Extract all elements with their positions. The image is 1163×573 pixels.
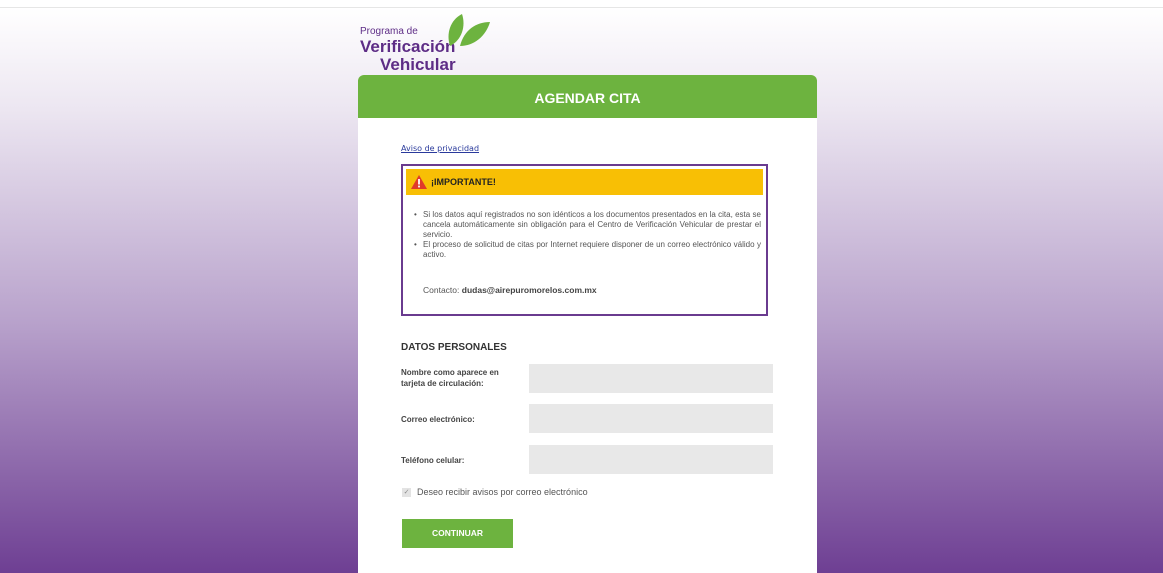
logo-line-3: Vehicular <box>380 55 456 74</box>
leaves-icon <box>448 14 490 46</box>
notice-item: El proceso de solicitud de citas por Int… <box>414 240 761 260</box>
notice-list: Si los datos aquí registrados no son idé… <box>414 210 761 260</box>
privacy-link[interactable]: Aviso de privacidad <box>401 144 479 153</box>
name-label-line-1: Nombre como aparece en <box>401 368 499 377</box>
appointment-card: AGENDAR CITA Aviso de privacidad ¡IMPORT… <box>358 75 817 573</box>
contact-line: Contacto: dudas@airepuromorelos.com.mx <box>423 285 597 295</box>
section-title-personal-data: DATOS PERSONALES <box>401 342 507 353</box>
notifications-checkbox[interactable]: ✓ <box>402 487 411 497</box>
contact-email: dudas@airepuromorelos.com.mx <box>461 285 597 295</box>
name-label: Nombre como aparece en tarjeta de circul… <box>401 367 499 389</box>
notice-item: Si los datos aquí registrados no son idé… <box>414 210 761 240</box>
email-label: Correo electrónico: <box>401 415 475 424</box>
program-logo: Programa de Verificación Vehicular <box>360 12 500 74</box>
notice-header: ¡IMPORTANTE! <box>406 169 763 195</box>
continue-button[interactable]: CONTINUAR <box>402 519 513 548</box>
logo-line-1: Programa de <box>360 26 418 37</box>
contact-label: Contacto: <box>423 285 460 295</box>
phone-input[interactable] <box>529 445 773 474</box>
name-input[interactable] <box>529 364 773 393</box>
notifications-option: ✓ Deseo recibir avisos por correo electr… <box>402 487 588 497</box>
warning-icon <box>411 175 427 189</box>
logo-line-2: Verificación <box>360 37 456 56</box>
important-notice: ¡IMPORTANTE! Si los datos aquí registrad… <box>401 164 768 316</box>
name-label-line-2: tarjeta de circulación: <box>401 379 484 388</box>
notice-title: ¡IMPORTANTE! <box>431 177 496 187</box>
notifications-checkbox-label[interactable]: Deseo recibir avisos por correo electrón… <box>417 487 588 497</box>
card-header-title: AGENDAR CITA <box>358 75 817 118</box>
phone-label: Teléfono celular: <box>401 456 465 465</box>
email-input[interactable] <box>529 404 773 433</box>
